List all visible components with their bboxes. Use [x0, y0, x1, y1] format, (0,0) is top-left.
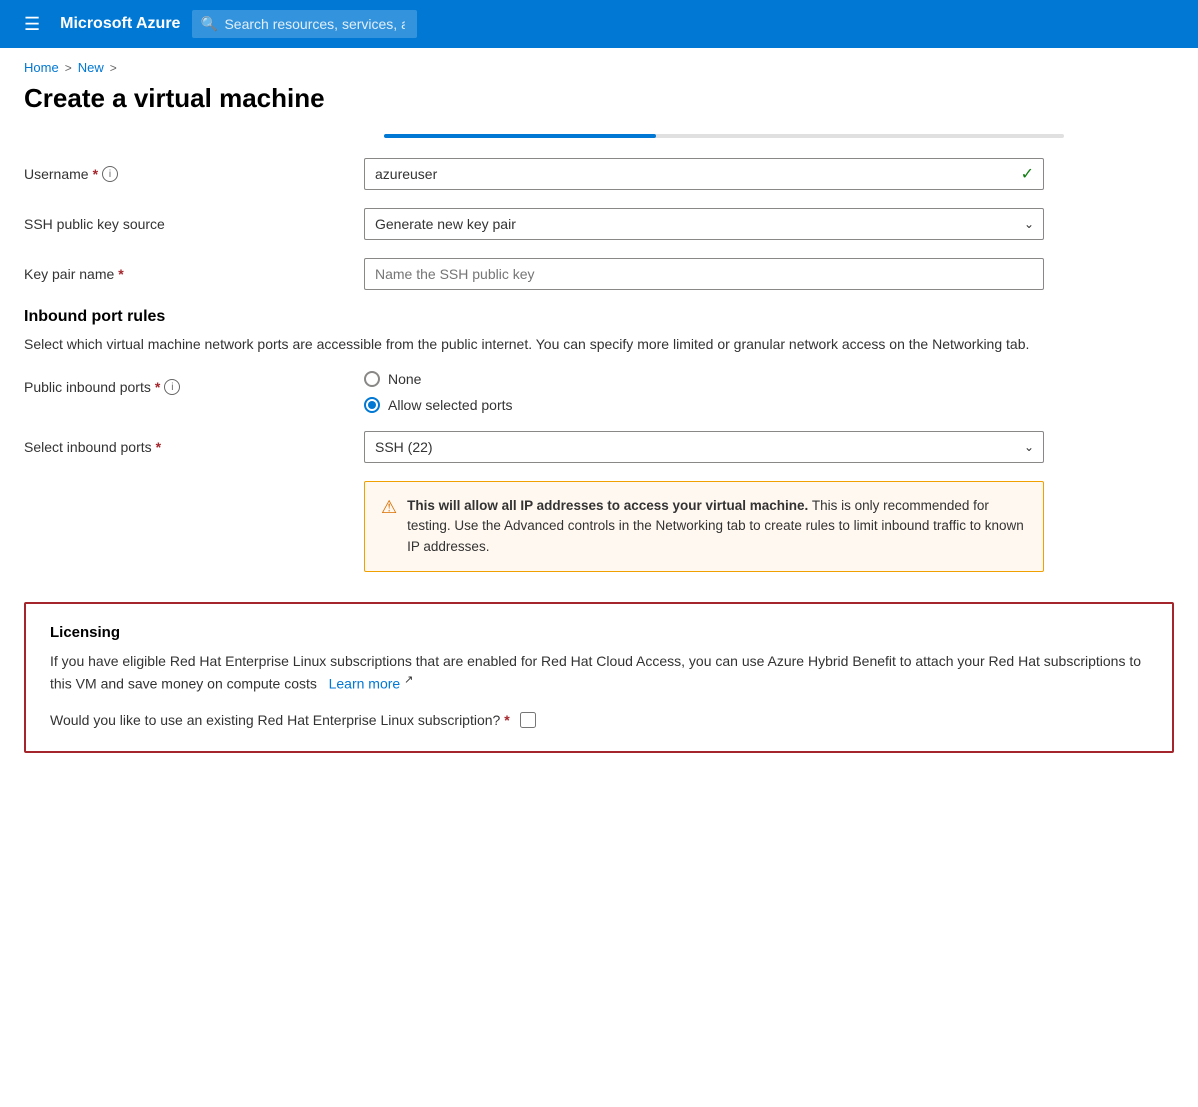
licensing-box: Licensing If you have eligible Red Hat E… — [24, 602, 1174, 754]
public-inbound-radio-group: None Allow selected ports — [364, 371, 1044, 413]
licensing-checkbox[interactable] — [520, 712, 536, 728]
breadcrumb-home[interactable]: Home — [24, 60, 59, 75]
progress-bar-background — [384, 134, 1064, 138]
ssh-key-source-label: SSH public key source — [24, 208, 364, 232]
select-inbound-required-star: * — [156, 439, 161, 455]
hamburger-menu-button[interactable]: ☰ — [16, 6, 48, 43]
key-pair-name-row: Key pair name * — [24, 258, 1174, 290]
public-inbound-required-star: * — [155, 379, 160, 395]
public-inbound-control: None Allow selected ports — [364, 371, 1044, 413]
breadcrumb-new[interactable]: New — [78, 60, 104, 75]
licensing-desc: If you have eligible Red Hat Enterprise … — [50, 651, 1148, 695]
breadcrumb-sep-1: > — [65, 61, 72, 75]
radio-allow-button[interactable] — [364, 397, 380, 413]
inbound-rules-heading: Inbound port rules — [24, 308, 1174, 326]
select-inbound-dropdown-wrapper: SSH (22) ⌄ — [364, 431, 1044, 463]
username-required-star: * — [93, 166, 98, 182]
select-inbound-row: Select inbound ports * SSH (22) ⌄ — [24, 431, 1174, 463]
key-pair-required-star: * — [118, 266, 123, 282]
public-inbound-row: Public inbound ports * i None Allow sele… — [24, 371, 1174, 413]
inbound-rules-desc: Select which virtual machine network por… — [24, 334, 1064, 355]
progress-bar-fill — [384, 134, 656, 138]
key-pair-name-control — [364, 258, 1044, 290]
ssh-key-source-dropdown[interactable]: Generate new key pair — [364, 208, 1044, 240]
radio-none-button[interactable] — [364, 371, 380, 387]
radio-allow-dot — [368, 401, 376, 409]
ssh-key-source-row: SSH public key source Generate new key p… — [24, 208, 1174, 240]
radio-none-label: None — [388, 371, 421, 387]
warning-box: ⚠ This will allow all IP addresses to ac… — [364, 481, 1044, 572]
licensing-question-required-star: * — [504, 712, 509, 728]
warning-triangle-icon: ⚠ — [381, 497, 397, 557]
public-inbound-info-icon[interactable]: i — [164, 379, 180, 395]
main-content: Username * i ✓ SSH public key source Gen… — [0, 134, 1198, 793]
warning-text: This will allow all IP addresses to acce… — [407, 496, 1027, 557]
licensing-question-text: Would you like to use an existing Red Ha… — [50, 710, 510, 731]
radio-allow-option[interactable]: Allow selected ports — [364, 397, 1044, 413]
key-pair-name-input[interactable] — [364, 258, 1044, 290]
brand-logo: Microsoft Azure — [60, 15, 180, 33]
username-valid-checkmark: ✓ — [1021, 164, 1034, 184]
key-pair-name-label: Key pair name * — [24, 258, 364, 282]
username-label: Username * i — [24, 158, 364, 182]
username-row: Username * i ✓ — [24, 158, 1174, 190]
breadcrumb: Home > New > — [0, 48, 1198, 79]
page-title: Create a virtual machine — [0, 79, 1198, 134]
ssh-key-source-dropdown-wrapper: Generate new key pair ⌄ — [364, 208, 1044, 240]
radio-allow-label: Allow selected ports — [388, 397, 513, 413]
username-input[interactable] — [364, 158, 1044, 190]
public-inbound-label: Public inbound ports * i — [24, 371, 364, 395]
username-input-wrapper: ✓ — [364, 158, 1044, 190]
username-control: ✓ — [364, 158, 1044, 190]
search-wrapper: 🔍 — [192, 10, 892, 38]
select-inbound-label: Select inbound ports * — [24, 431, 364, 455]
ssh-key-source-control: Generate new key pair ⌄ — [364, 208, 1044, 240]
breadcrumb-sep-2: > — [110, 61, 117, 75]
search-input[interactable] — [192, 10, 417, 38]
warning-bold-text: This will allow all IP addresses to acce… — [407, 498, 808, 513]
licensing-question-row: Would you like to use an existing Red Ha… — [50, 710, 1148, 731]
licensing-desc-text: If you have eligible Red Hat Enterprise … — [50, 653, 1141, 692]
progress-bar-container — [384, 134, 1174, 138]
select-inbound-control: SSH (22) ⌄ — [364, 431, 1044, 463]
licensing-title: Licensing — [50, 624, 1148, 641]
top-navigation: ☰ Microsoft Azure 🔍 — [0, 0, 1198, 48]
radio-none-option[interactable]: None — [364, 371, 1044, 387]
licensing-learn-more-link[interactable]: Learn more — [329, 675, 401, 691]
inbound-rules-section: Inbound port rules Select which virtual … — [24, 308, 1174, 355]
external-link-icon: ↗ — [404, 674, 413, 686]
username-info-icon[interactable]: i — [102, 166, 118, 182]
select-inbound-dropdown[interactable]: SSH (22) — [364, 431, 1044, 463]
